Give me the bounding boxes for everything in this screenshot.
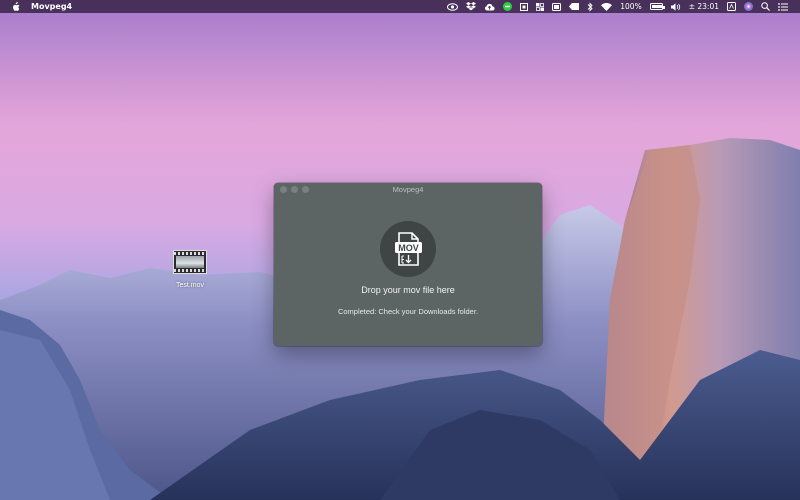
film-strip-top — [174, 252, 206, 255]
battery-fill — [651, 5, 662, 8]
window-titlebar[interactable]: Movpeg4 — [274, 183, 542, 196]
battery-percent[interactable]: 100% — [620, 0, 641, 13]
status-message: Completed: Check your Downloads folder. — [337, 307, 479, 316]
list-icon[interactable] — [778, 0, 788, 13]
movpeg4-window[interactable]: Movpeg4 MOV Drop your mov file here Comp… — [274, 183, 542, 346]
menu-clock[interactable]: ± 23:01 — [689, 0, 719, 13]
tag-icon[interactable] — [569, 0, 580, 13]
qr-icon[interactable] — [536, 0, 545, 13]
mov-label: MOV — [398, 243, 419, 253]
apple-icon[interactable] — [11, 1, 21, 12]
cloud-upload-icon[interactable] — [484, 0, 495, 13]
window-title: Movpeg4 — [392, 185, 424, 194]
desktop-file-test-mov[interactable]: Test.mov — [168, 250, 212, 292]
file-label: Test.mov — [175, 282, 204, 289]
film-strip-bottom — [174, 269, 206, 272]
dropbox-icon[interactable] — [466, 0, 477, 13]
green-app-icon[interactable] — [503, 0, 513, 13]
volume-icon[interactable] — [670, 0, 681, 13]
display-icon[interactable] — [552, 0, 562, 13]
menu-bar: Movpeg4 100% ± 23:01 — [0, 0, 800, 13]
video-thumbnail-icon — [173, 250, 207, 274]
drop-prompt: Drop your mov file here — [361, 285, 455, 295]
app-menu-name[interactable]: Movpeg4 — [31, 2, 72, 11]
screen-icon[interactable] — [520, 0, 529, 13]
mov-file-icon: MOV — [395, 232, 422, 266]
battery-icon[interactable] — [649, 0, 665, 13]
status-menus: 100% ± 23:01 — [447, 0, 788, 13]
text-input-icon[interactable] — [727, 0, 736, 13]
drop-zone[interactable]: MOV — [380, 221, 436, 277]
video-frame — [176, 256, 204, 268]
siri-icon[interactable] — [744, 0, 753, 13]
eye-icon[interactable] — [447, 0, 459, 13]
bluetooth-icon[interactable] — [587, 0, 593, 13]
wifi-icon[interactable] — [601, 0, 613, 13]
search-icon[interactable] — [761, 0, 770, 13]
